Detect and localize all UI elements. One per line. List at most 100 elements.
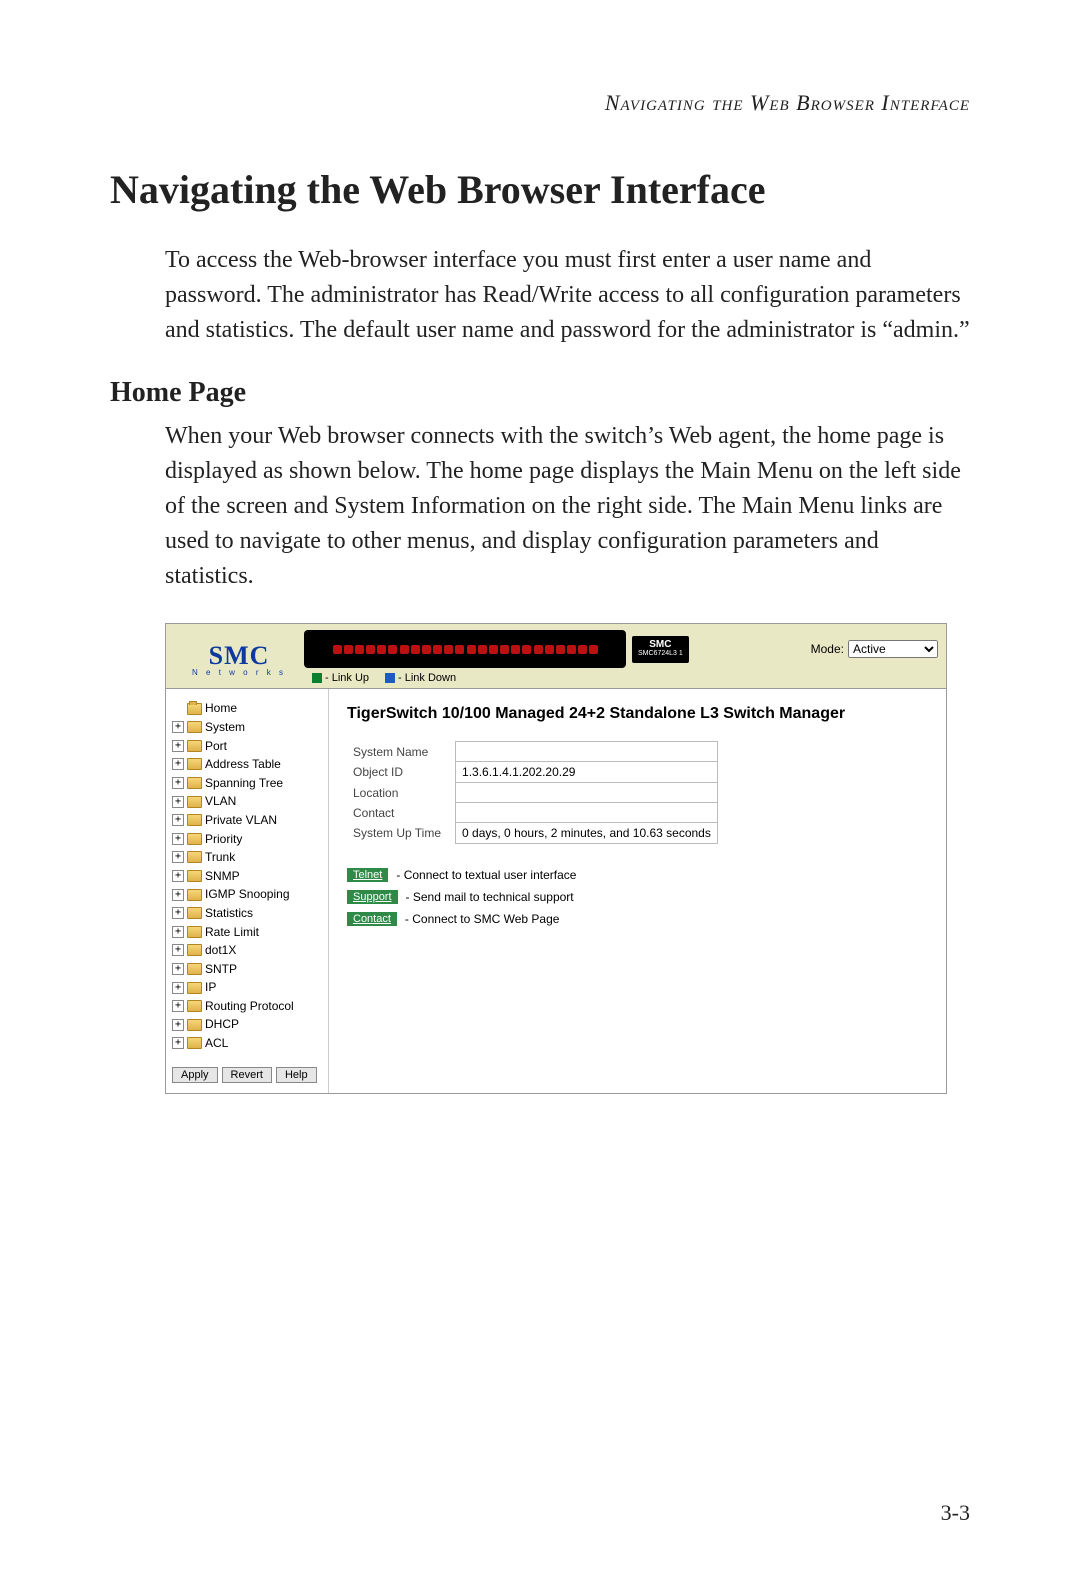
folder-icon <box>187 1037 202 1049</box>
revert-button[interactable]: Revert <box>222 1067 272 1083</box>
nav-item-label[interactable]: ACL <box>205 1034 228 1053</box>
row-label: Object ID <box>347 762 456 783</box>
row-value <box>456 742 718 762</box>
nav-item-label[interactable]: Rate Limit <box>205 923 259 942</box>
expand-icon[interactable]: + <box>172 1037 184 1049</box>
row-label: Location <box>347 783 456 803</box>
port-led-icon <box>534 645 543 654</box>
expand-icon[interactable]: + <box>172 721 184 733</box>
nav-item[interactable]: + VLAN <box>172 792 322 811</box>
nav-item-label[interactable]: System <box>205 718 245 737</box>
nav-item-label[interactable]: SNTP <box>205 960 237 979</box>
row-label: System Up Time <box>347 823 456 844</box>
nav-item-label[interactable]: Priority <box>205 830 242 849</box>
port-led-icon <box>567 645 576 654</box>
nav-item-label[interactable]: Private VLAN <box>205 811 277 830</box>
expand-icon[interactable]: + <box>172 926 184 938</box>
expand-icon[interactable]: + <box>172 758 184 770</box>
folder-icon <box>187 740 202 752</box>
expand-icon[interactable]: + <box>172 889 184 901</box>
telnet-link[interactable]: Telnet <box>347 868 388 882</box>
nav-item-label[interactable]: Routing Protocol <box>205 997 294 1016</box>
table-row: System Up Time0 days, 0 hours, 2 minutes… <box>347 823 717 844</box>
folder-icon <box>187 907 202 919</box>
port-led-icon <box>556 645 565 654</box>
link-down-swatch-icon <box>385 673 395 683</box>
expand-icon[interactable]: + <box>172 796 184 808</box>
nav-item-label[interactable]: DHCP <box>205 1015 239 1034</box>
expand-icon[interactable]: + <box>172 833 184 845</box>
nav-item[interactable]: + Spanning Tree <box>172 774 322 793</box>
port-led-icon <box>545 645 554 654</box>
help-button[interactable]: Help <box>276 1067 317 1083</box>
expand-icon[interactable]: + <box>172 982 184 994</box>
port-led-icon <box>511 645 520 654</box>
nav-item[interactable]: + Routing Protocol <box>172 997 322 1016</box>
nav-item-label[interactable]: Statistics <box>205 904 253 923</box>
expand-icon[interactable]: + <box>172 907 184 919</box>
port-panel <box>304 630 626 668</box>
nav-item-label[interactable]: VLAN <box>205 792 236 811</box>
apply-button[interactable]: Apply <box>172 1067 218 1083</box>
app-header: SMC N e t w o r k s <box>166 624 946 689</box>
logo-subtext: N e t w o r k s <box>174 668 304 677</box>
nav-item[interactable]: + SNMP <box>172 867 322 886</box>
nav-item[interactable]: + DHCP <box>172 1015 322 1034</box>
table-row: Location <box>347 783 717 803</box>
nav-item[interactable]: + Priority <box>172 830 322 849</box>
running-head: Navigating the Web Browser Interface <box>110 90 970 116</box>
expand-icon[interactable]: + <box>172 1000 184 1012</box>
row-value: 0 days, 0 hours, 2 minutes, and 10.63 se… <box>456 823 718 844</box>
expand-icon[interactable]: + <box>172 814 184 826</box>
folder-icon <box>187 1019 202 1031</box>
nav-item-label[interactable]: IP <box>205 978 216 997</box>
support-link[interactable]: Support <box>347 890 398 904</box>
nav-item[interactable]: + Trunk <box>172 848 322 867</box>
expand-icon[interactable]: + <box>172 944 184 956</box>
expand-icon[interactable]: + <box>172 1019 184 1031</box>
port-led-icon <box>377 645 386 654</box>
link-up-swatch-icon <box>312 673 322 683</box>
nav-item[interactable]: + SNTP <box>172 960 322 979</box>
port-led-icon <box>400 645 409 654</box>
folder-icon <box>187 944 202 956</box>
table-row: System Name <box>347 742 717 762</box>
nav-item[interactable]: + Rate Limit <box>172 923 322 942</box>
contact-link[interactable]: Contact <box>347 912 397 926</box>
expand-icon[interactable]: + <box>172 870 184 882</box>
nav-item-label[interactable]: IGMP Snooping <box>205 885 290 904</box>
nav-item-label[interactable]: Trunk <box>205 848 235 867</box>
nav-item[interactable]: + Statistics <box>172 904 322 923</box>
nav-item-label[interactable]: Spanning Tree <box>205 774 283 793</box>
nav-item[interactable]: + Address Table <box>172 755 322 774</box>
row-value <box>456 783 718 803</box>
nav-item-label[interactable]: Home <box>205 699 237 718</box>
table-row: Contact <box>347 803 717 823</box>
mode-select[interactable]: Active <box>848 640 938 658</box>
page-title: Navigating the Web Browser Interface <box>110 166 970 213</box>
nav-item[interactable]: + IP <box>172 978 322 997</box>
nav-item[interactable]: + IGMP Snooping <box>172 885 322 904</box>
nav-item-label[interactable]: Port <box>205 737 227 756</box>
document-page: Navigating the Web Browser Interface Nav… <box>0 0 1080 1570</box>
expand-icon[interactable]: + <box>172 740 184 752</box>
nav-item-label[interactable]: dot1X <box>205 941 236 960</box>
nav-item[interactable]: + Port <box>172 737 322 756</box>
link-description: - Send mail to technical support <box>406 890 574 904</box>
nav-item[interactable]: + Private VLAN <box>172 811 322 830</box>
row-value <box>456 803 718 823</box>
port-led-icon <box>344 645 353 654</box>
nav-item-label[interactable]: Address Table <box>205 755 281 774</box>
nav-item[interactable]: + ACL <box>172 1034 322 1053</box>
content-heading: TigerSwitch 10/100 Managed 24+2 Standalo… <box>347 705 930 723</box>
expand-icon[interactable]: + <box>172 963 184 975</box>
nav-item[interactable]: + System <box>172 718 322 737</box>
port-led-icon <box>500 645 509 654</box>
expand-icon[interactable]: + <box>172 777 184 789</box>
nav-item-label[interactable]: SNMP <box>205 867 240 886</box>
folder-icon <box>187 926 202 938</box>
nav-item[interactable]: Home <box>172 699 322 718</box>
nav-item[interactable]: + dot1X <box>172 941 322 960</box>
port-led-icon <box>366 645 375 654</box>
expand-icon[interactable]: + <box>172 851 184 863</box>
